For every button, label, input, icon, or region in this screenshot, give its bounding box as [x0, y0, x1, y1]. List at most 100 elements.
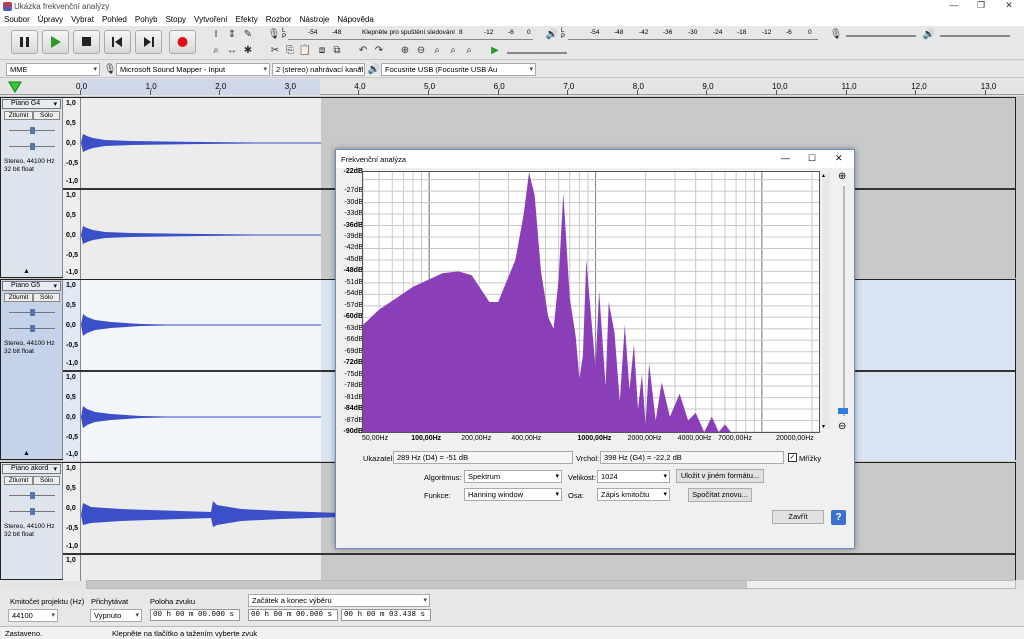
microphone-icon[interactable]: 🎙 [267, 28, 281, 42]
redo-icon[interactable]: ↷ [372, 44, 386, 58]
play-speed-slider[interactable] [507, 52, 567, 54]
menu-nastroje[interactable]: Nástroje [296, 13, 334, 26]
grid-checkbox[interactable]: ✓ [788, 453, 797, 462]
undo-icon[interactable]: ↶ [356, 44, 370, 58]
timeline-ruler[interactable]: 0,0 1,0 2,0 3,0 4,0 5,0 6,0 7,0 8,0 9,0 10,0 11,0 12… [0, 79, 1024, 95]
restore-button[interactable]: ❐ [967, 0, 995, 13]
pan-thumb[interactable] [30, 143, 35, 150]
collapse-icon[interactable]: ▲ [23, 268, 30, 275]
selection-start-field[interactable]: 00 h 00 m 00.000 s [248, 609, 338, 621]
horizontal-scrollbar[interactable] [86, 580, 1016, 589]
zoom-out-icon[interactable]: ⊖ [838, 421, 846, 432]
copy-icon[interactable]: ⎘ [283, 44, 297, 58]
paste-icon[interactable]: 📋 [298, 44, 312, 58]
help-button[interactable]: ? [831, 510, 846, 525]
zoom-in-icon[interactable]: ⊕ [838, 171, 846, 182]
scroll-down-icon[interactable]: ▾ [822, 423, 825, 430]
multi-tool-icon[interactable]: ✱ [241, 44, 255, 58]
fit-selection-icon[interactable]: ⌕ [430, 44, 444, 58]
input-device-select[interactable]: Microsoft Sound Mapper - Input ▾ [116, 63, 270, 76]
axis-select[interactable]: Zápis kmitočtu ▾ [597, 488, 670, 501]
selection-mode-select[interactable]: Začátek a konec výběru ▾ [248, 594, 430, 607]
gain-thumb[interactable] [30, 492, 35, 499]
snap-select[interactable]: Vypnuto ▾ [90, 609, 142, 622]
pan-thumb[interactable] [30, 508, 35, 515]
menu-vybrat[interactable]: Vybrat [67, 13, 98, 26]
mute-button[interactable]: Ztlumit [4, 476, 33, 485]
track-name-menu[interactable]: Piano akord ▾ [2, 464, 61, 474]
menu-rozbor[interactable]: Rozbor [262, 13, 296, 26]
pan-thumb[interactable] [30, 325, 35, 332]
menu-pohled[interactable]: Pohled [98, 13, 131, 26]
plot-vscroll[interactable]: ▴ ▾ [822, 172, 830, 430]
zoom-slider-thumb[interactable] [838, 408, 848, 414]
zoom-out-icon[interactable]: ⊖ [414, 44, 428, 58]
play-button[interactable] [42, 30, 69, 54]
silence-icon[interactable]: ⧉ [330, 44, 344, 58]
menu-soubor[interactable]: Soubor [0, 13, 34, 26]
menu-stopy[interactable]: Stopy [162, 13, 190, 26]
menu-efekty[interactable]: Efekty [232, 13, 262, 26]
gain-thumb[interactable] [30, 127, 35, 134]
solo-button[interactable]: Sólo [33, 293, 60, 302]
audio-position-field[interactable]: 00 h 00 m 00.000 s [150, 609, 240, 621]
spectrum-plot[interactable] [362, 171, 820, 433]
skip-start-button[interactable] [104, 30, 131, 54]
zoom-in-icon[interactable]: ⊕ [398, 44, 412, 58]
play-head-icon[interactable] [8, 81, 22, 93]
meter-hint[interactable]: Klepněte pro spuštění sledování [362, 29, 455, 36]
menu-upravy[interactable]: Úpravy [34, 13, 67, 26]
algorithm-select[interactable]: Spektrum ▾ [464, 470, 562, 483]
solo-button[interactable]: Sólo [33, 111, 60, 120]
selection-tool-icon[interactable]: I [209, 28, 223, 42]
selection-end-field[interactable]: 00 h 00 m 03.438 s [341, 609, 431, 621]
draw-tool-icon[interactable]: ✎ [241, 28, 255, 42]
mute-button[interactable]: Ztlumit [4, 293, 33, 302]
waveform-right[interactable] [81, 555, 1015, 581]
audio-host-select[interactable]: MME ▾ [6, 63, 100, 76]
trim-icon[interactable]: ⧈ [315, 44, 329, 58]
close-window-button[interactable]: ✕ [995, 0, 1023, 13]
stop-button[interactable] [73, 30, 100, 54]
solo-button[interactable]: Sólo [33, 476, 60, 485]
minimize-button[interactable]: — [940, 0, 968, 13]
play-at-speed-icon[interactable]: ▶ [488, 44, 502, 58]
scale-label: 0,0 [66, 322, 76, 329]
close-dialog-button[interactable]: Zavřít [772, 510, 824, 524]
zoom-slider[interactable] [843, 186, 845, 416]
envelope-tool-icon[interactable]: ⇕ [225, 28, 239, 42]
dialog-maximize-icon[interactable]: ☐ [808, 153, 816, 164]
speaker-icon[interactable]: 🔊 [545, 28, 559, 42]
record-button[interactable] [169, 30, 196, 54]
zoom-tool-icon[interactable]: ⌕ [209, 44, 223, 58]
input-volume-slider[interactable] [846, 35, 916, 37]
scrollbar-thumb[interactable] [87, 581, 747, 588]
cut-icon[interactable]: ✂ [268, 44, 282, 58]
channels-select[interactable]: 2 (stereo) nahrávací kanál ▾ [272, 63, 365, 76]
export-button[interactable]: Uložit v jiném formátu... [676, 469, 764, 483]
fit-project-icon[interactable]: ⌕ [446, 44, 460, 58]
zoom-toggle-icon[interactable]: ⌕ [462, 44, 476, 58]
gain-thumb[interactable] [30, 309, 35, 316]
mute-button[interactable]: Ztlumit [4, 111, 33, 120]
menu-pohyb[interactable]: Pohyb [131, 13, 162, 26]
pause-button[interactable] [11, 30, 38, 54]
function-select[interactable]: Hanning window ▾ [464, 488, 562, 501]
menu-vytvoreni[interactable]: Vytvoření [190, 13, 232, 26]
replot-button[interactable]: Spočítat znovu... [688, 488, 752, 502]
skip-end-button[interactable] [135, 30, 162, 54]
collapse-icon[interactable]: ▲ [23, 450, 30, 457]
timeshift-tool-icon[interactable]: ↔ [225, 44, 239, 58]
output-volume-slider[interactable] [940, 35, 1010, 37]
track-name-menu[interactable]: Piano G4 ▾ [2, 99, 61, 109]
playback-meter[interactable]: -54 -48 -42 -36 -30 -24 -18 -12 -6 0 [568, 29, 818, 40]
record-meter[interactable]: -54 -48 Klepněte pro spuštění sledování … [288, 29, 533, 40]
dialog-close-button[interactable]: ✕ [835, 153, 843, 164]
menu-napoveda[interactable]: Nápověda [333, 13, 377, 26]
scroll-up-icon[interactable]: ▴ [822, 172, 825, 179]
size-select[interactable]: 1024 ▾ [597, 470, 670, 483]
output-device-select[interactable]: Focusrite USB (Focusrite USB Au ▾ [381, 63, 536, 76]
project-rate-select[interactable]: 44100 ▾ [8, 609, 58, 622]
track-name-menu[interactable]: Piano G5 ▾ [2, 281, 61, 291]
dialog-minimize-button[interactable]: — [781, 153, 790, 163]
